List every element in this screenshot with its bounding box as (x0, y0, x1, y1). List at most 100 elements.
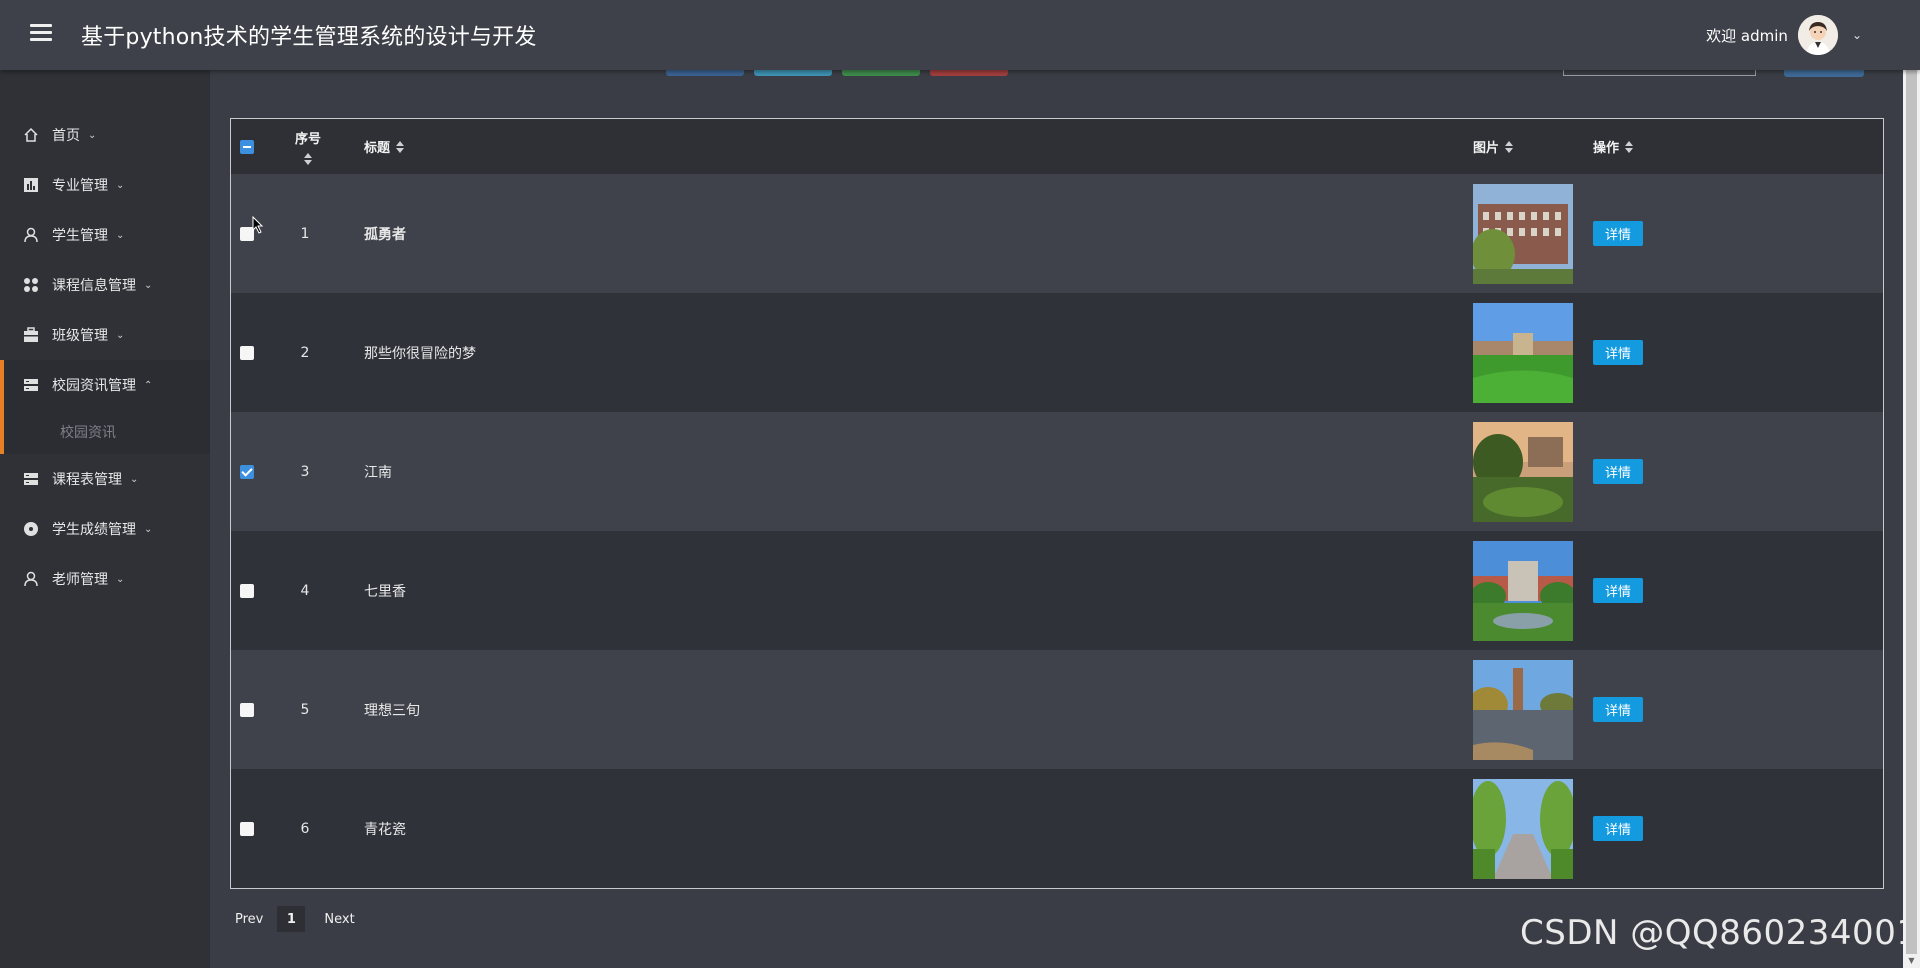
campus-lawn-image (1473, 302, 1573, 403)
table-header: 序号 标题 图片 操作 (231, 119, 1883, 174)
column-index[interactable]: 序号 (295, 119, 321, 174)
sort-icon[interactable] (396, 140, 405, 153)
row-checkbox[interactable] (240, 650, 254, 769)
sidebar-item-label: 老师管理 (52, 572, 108, 588)
row-title: 七里香 (364, 583, 406, 600)
chevron-down-icon: ⌄ (116, 229, 125, 241)
column-action-label: 操作 (1593, 141, 1620, 156)
edit-button[interactable] (754, 70, 832, 76)
sidebar-item-timetable[interactable]: 课程表管理 ⌄ (0, 454, 210, 504)
sidebar-item-label: 课程表管理 (52, 472, 122, 488)
row-image[interactable] (1473, 174, 1573, 293)
view-button[interactable] (842, 70, 920, 76)
chevron-down-icon: ⌄ (116, 573, 125, 585)
row-image[interactable] (1473, 412, 1573, 531)
chevron-down-icon: ⌄ (116, 329, 125, 341)
column-action[interactable]: 操作 (1593, 119, 1634, 174)
server-icon (22, 470, 40, 488)
campus-building-image (1473, 183, 1573, 284)
column-image[interactable]: 图片 (1473, 119, 1514, 174)
sidebar-subitem-label: 校园资讯 (60, 425, 116, 441)
menu-toggle-icon[interactable] (30, 24, 52, 46)
chevron-down-icon: ⌄ (116, 179, 125, 191)
chevron-down-icon: ⌄ (130, 473, 139, 485)
row-title: 青花瓷 (364, 821, 406, 838)
sidebar-item-home[interactable]: 首页 ⌄ (0, 110, 210, 160)
row-index: 1 (300, 225, 310, 242)
detail-button[interactable]: 详情 (1593, 697, 1643, 722)
sidebar-item-courses[interactable]: 课程信息管理 ⌄ (0, 260, 210, 310)
row-index: 5 (300, 701, 310, 718)
sidebar-item-classes[interactable]: 班级管理 ⌄ (0, 310, 210, 360)
row-checkbox[interactable] (240, 531, 254, 650)
sidebar-item-label: 学生成绩管理 (52, 522, 136, 538)
chevron-down-icon: ⌄ (144, 523, 153, 535)
sidebar-item-label: 专业管理 (52, 178, 108, 194)
row-checkbox[interactable] (240, 293, 254, 412)
scrollbar-thumb[interactable] (1906, 48, 1917, 954)
row-checkbox[interactable] (240, 412, 254, 531)
column-image-label: 图片 (1473, 141, 1500, 156)
sidebar-item-campus-news[interactable]: 校园资讯管理 ⌃ (0, 360, 210, 410)
table-row[interactable]: 4 七里香 详情 (231, 531, 1883, 650)
sidebar-item-label: 校园资讯管理 (52, 378, 136, 394)
disc-icon (22, 520, 40, 538)
detail-button[interactable]: 详情 (1593, 459, 1643, 484)
table-row[interactable]: 6 青花瓷 详情 (231, 769, 1883, 888)
column-title-label: 标题 (364, 141, 391, 156)
chevron-down-icon[interactable]: ⌄ (1852, 28, 1862, 42)
select-all-checkbox[interactable] (240, 119, 254, 174)
row-index: 3 (300, 463, 310, 480)
grid-icon (22, 276, 40, 294)
sidebar-item-grades[interactable]: 学生成绩管理 ⌄ (0, 504, 210, 554)
sort-icon[interactable] (1505, 140, 1514, 153)
table-row[interactable]: 2 那些你很冒险的梦 详情 (231, 293, 1883, 412)
user-icon (22, 570, 40, 588)
sidebar-item-teachers[interactable]: 老师管理 ⌄ (0, 554, 210, 604)
sidebar-item-label: 首页 (52, 128, 80, 144)
detail-button[interactable]: 详情 (1593, 221, 1643, 246)
scroll-down-icon[interactable]: ▼ (1906, 956, 1917, 966)
detail-button[interactable]: 详情 (1593, 578, 1643, 603)
row-image[interactable] (1473, 650, 1573, 769)
sort-icon[interactable] (304, 153, 312, 165)
detail-button[interactable]: 详情 (1593, 340, 1643, 365)
news-table: 序号 标题 图片 操作 1 孤勇者 详情 2 那些你很冒险的梦 详情 3 江南 … (230, 118, 1884, 889)
table-row[interactable]: 1 孤勇者 详情 (231, 174, 1883, 293)
delete-button[interactable] (930, 70, 1008, 76)
chevron-down-icon: ⌄ (88, 129, 97, 141)
sidebar-item-major[interactable]: 专业管理 ⌄ (0, 160, 210, 210)
sort-icon[interactable] (1625, 140, 1634, 153)
row-image[interactable] (1473, 769, 1573, 888)
table-row[interactable]: 5 理想三旬 详情 (231, 650, 1883, 769)
chevron-down-icon: ⌄ (144, 279, 153, 291)
row-image[interactable] (1473, 293, 1573, 412)
prev-page-link[interactable]: Prev (230, 912, 277, 927)
pagination: Prev 1 Next (230, 906, 369, 932)
table-row[interactable]: 3 江南 详情 (231, 412, 1883, 531)
sidebar-item-label: 班级管理 (52, 328, 108, 344)
campus-lake-image (1473, 659, 1573, 760)
search-button[interactable] (1784, 70, 1864, 77)
detail-button[interactable]: 详情 (1593, 816, 1643, 841)
campus-avenue-image (1473, 778, 1573, 879)
column-title[interactable]: 标题 (364, 119, 405, 174)
search-input[interactable] (1563, 70, 1756, 76)
row-checkbox[interactable] (240, 769, 254, 888)
row-index: 6 (300, 820, 310, 837)
user-menu[interactable]: 欢迎 admin ⌄ (1706, 13, 1862, 57)
server-icon (22, 376, 40, 394)
add-button[interactable] (666, 70, 744, 76)
sidebar-subitem-campus-news[interactable]: 校园资讯 (0, 410, 210, 454)
sidebar-item-students[interactable]: 学生管理 ⌄ (0, 210, 210, 260)
avatar[interactable] (1797, 15, 1838, 55)
chevron-up-icon: ⌃ (144, 379, 153, 391)
next-page-link[interactable]: Next (319, 912, 368, 927)
row-index: 2 (300, 344, 310, 361)
column-index-label: 序号 (295, 132, 322, 147)
campus-plaza-image (1473, 540, 1573, 641)
row-title: 理想三旬 (364, 702, 420, 719)
bar-chart-icon (22, 176, 40, 194)
row-image[interactable] (1473, 531, 1573, 650)
page-number-current[interactable]: 1 (277, 906, 306, 932)
